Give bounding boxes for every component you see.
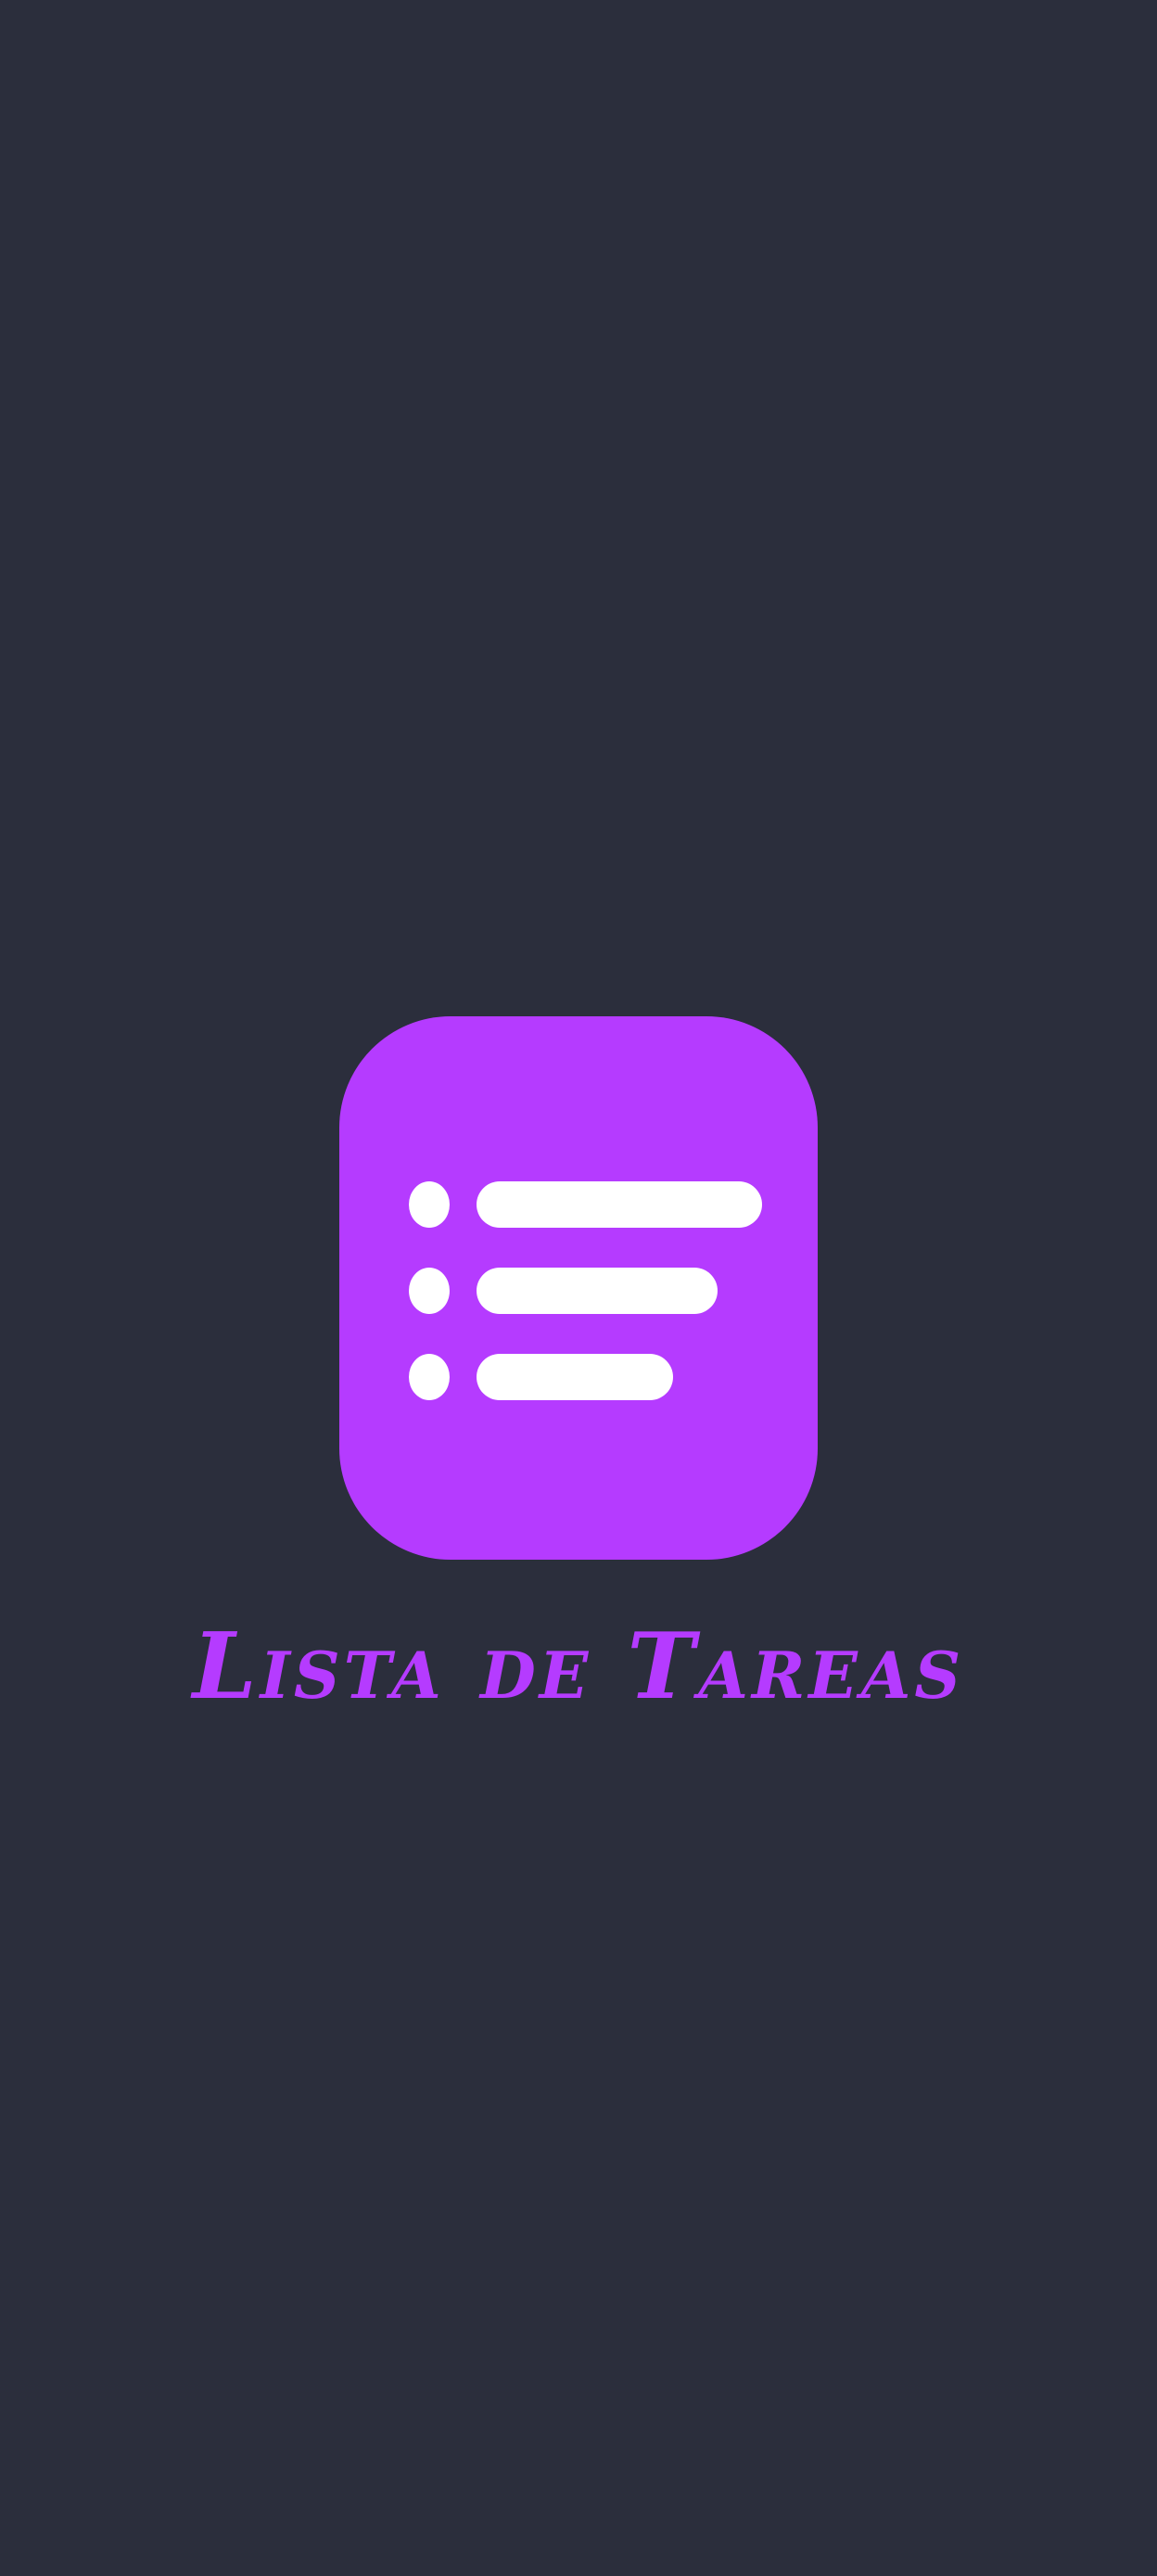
- bullet-dot: [409, 1268, 450, 1314]
- bullet-dot: [409, 1354, 450, 1400]
- task-list-glyph: [409, 1181, 762, 1400]
- list-line: [477, 1181, 762, 1228]
- task-list-icon: [339, 1016, 818, 1560]
- list-line: [477, 1354, 673, 1400]
- splash-screen: Lista de Tareas: [0, 0, 1157, 2576]
- app-title: Lista de Tareas: [192, 1613, 965, 1720]
- bullet-dot: [409, 1181, 450, 1228]
- list-line: [477, 1268, 718, 1314]
